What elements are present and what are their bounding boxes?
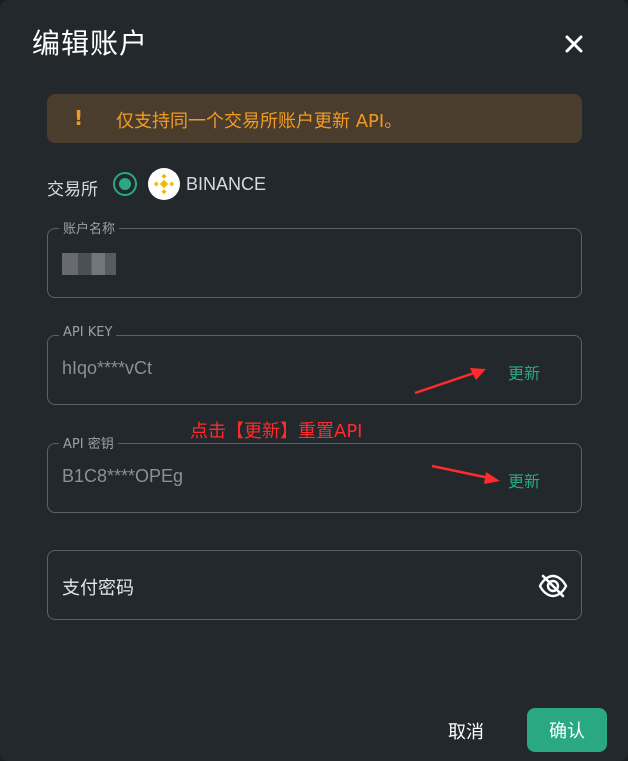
annotation-text: 点击【更新】重置API: [190, 421, 363, 442]
api-secret-field[interactable]: API 密钥 B1C8****OPEg 更新: [47, 433, 582, 513]
close-icon: [565, 35, 583, 53]
exchange-radio[interactable]: [113, 172, 137, 196]
api-secret-update-button[interactable]: 更新: [508, 468, 540, 492]
api-key-value: hIqo****vCt: [62, 358, 153, 378]
exclamation-icon: !: [74, 106, 84, 130]
api-key-field[interactable]: API KEY hIqo****vCt 更新: [47, 325, 582, 405]
redacted-account-name: [62, 253, 116, 275]
close-button[interactable]: [558, 28, 590, 60]
payment-password-placeholder: 支付密码: [62, 578, 134, 599]
exchange-name: BINANCE: [186, 174, 267, 194]
dialog-title: 编辑账户: [32, 27, 149, 60]
confirm-button[interactable]: 确认: [527, 708, 607, 752]
api-secret-label: API 密钥: [59, 433, 118, 452]
account-name-label: 账户名称: [59, 218, 120, 237]
cancel-button[interactable]: 取消: [448, 718, 484, 744]
edit-account-dialog: 编辑账户 ! 仅支持同一个交易所账户更新 API。 交易所 BINANCE 账户…: [0, 0, 628, 761]
api-key-label: API KEY: [59, 325, 117, 340]
api-key-update-button[interactable]: 更新: [508, 360, 540, 384]
api-secret-value: B1C8****OPEg: [62, 466, 184, 486]
binance-logo-icon: [148, 168, 180, 200]
eye-off-icon[interactable]: [538, 572, 568, 600]
exchange-label: 交易所: [47, 180, 98, 200]
warning-text: 仅支持同一个交易所账户更新 API。: [116, 111, 403, 132]
account-name-field[interactable]: 账户名称: [47, 218, 582, 298]
payment-password-field[interactable]: 支付密码: [47, 550, 582, 620]
